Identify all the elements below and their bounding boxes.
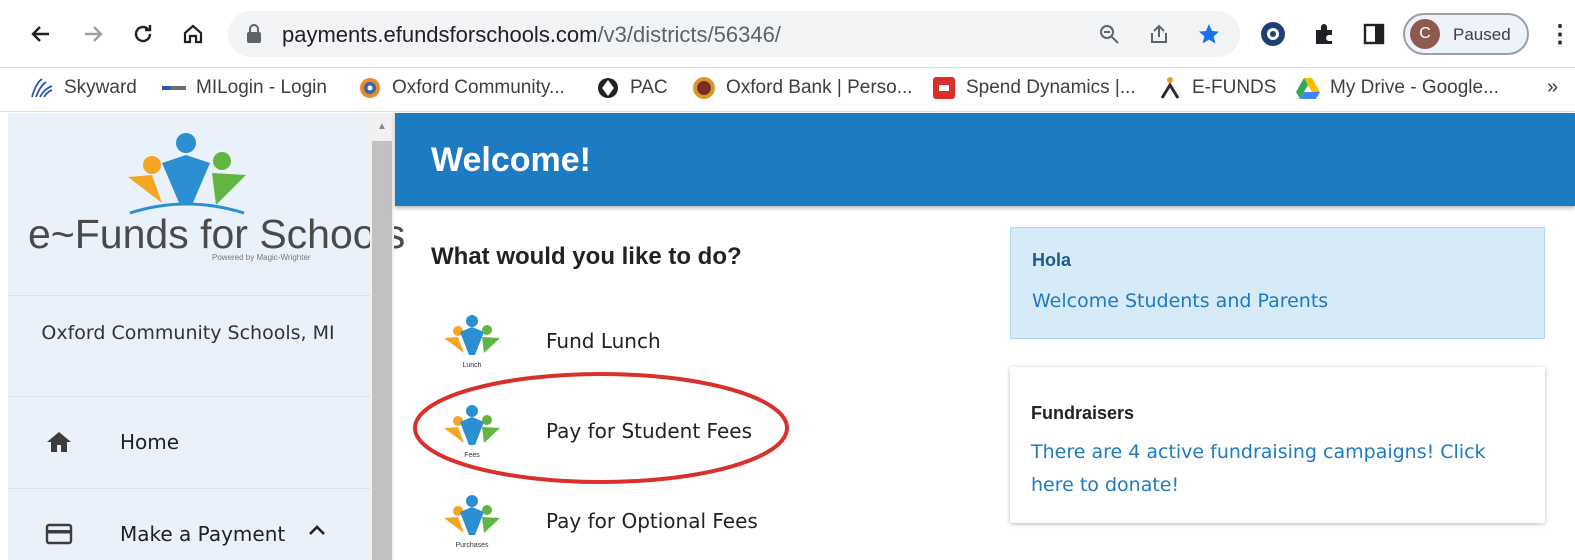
milogin-icon <box>162 76 186 100</box>
profile-button[interactable]: C Paused <box>1403 13 1529 55</box>
skyward-icon <box>30 76 54 100</box>
highlight-ellipse-annotation <box>413 372 789 484</box>
sidebar-scrollbar[interactable]: ▲ <box>370 113 394 560</box>
pac-icon <box>596 76 620 100</box>
hola-card: Hola Welcome Students and Parents <box>1010 227 1545 339</box>
sidebar-item-make-payment[interactable]: Make a Payment <box>8 489 370 560</box>
fund-lunch-icon: Lunch <box>444 315 500 369</box>
sidebar: e~Funds for Schools Powered by Magic-Wri… <box>8 113 405 560</box>
extension-circle-icon[interactable] <box>1257 18 1289 50</box>
efunds-figures-icon <box>128 133 246 215</box>
optional-fees-icon: Purchases <box>444 495 500 549</box>
home-icon <box>44 427 74 457</box>
back-arrow-icon[interactable] <box>24 17 58 51</box>
school-name: Oxford Community Schools, MI <box>41 322 335 344</box>
fundraisers-card-title: Fundraisers <box>1031 403 1135 423</box>
question-heading: What would you like to do? <box>431 243 742 270</box>
lock-icon <box>246 24 262 49</box>
action-label: Pay for Optional Fees <box>546 509 758 533</box>
side-panel-icon[interactable] <box>1358 18 1390 50</box>
reload-icon[interactable] <box>126 17 160 51</box>
forward-arrow-icon[interactable] <box>76 17 110 51</box>
bookmark-skyward[interactable]: Skyward <box>30 76 137 100</box>
hola-card-text: Welcome Students and Parents <box>1032 290 1329 312</box>
welcome-banner: Welcome! <box>395 113 1575 206</box>
school-name-panel: Oxford Community Schools, MI <box>8 295 370 397</box>
bookmark-star-icon[interactable] <box>1196 21 1222 47</box>
browser-toolbar: payments.efundsforschools.com/v3/distric… <box>0 0 1575 68</box>
extensions-puzzle-icon[interactable] <box>1308 18 1340 50</box>
fundraisers-card[interactable]: Fundraisers There are 4 active fundraisi… <box>1010 367 1545 523</box>
fundraisers-donate-link[interactable]: There are 4 active fundraising campaigns… <box>1031 436 1531 502</box>
url-text: payments.efundsforschools.com/v3/distric… <box>282 22 781 47</box>
efunds-icon <box>1158 76 1182 100</box>
sidebar-item-label: Make a Payment <box>120 522 286 546</box>
action-pay-optional-fees[interactable]: Purchases Pay for Optional Fees <box>440 491 960 560</box>
efunds-logo[interactable]: e~Funds for Schools Powered by Magic-Wri… <box>8 113 405 295</box>
scroll-up-arrow-icon[interactable]: ▲ <box>377 121 387 132</box>
zoom-icon[interactable] <box>1096 21 1122 47</box>
google-drive-icon <box>1296 76 1320 100</box>
bookmark-oxford-bank[interactable]: Oxford Bank | Perso... <box>692 76 913 100</box>
hola-card-title: Hola <box>1032 250 1072 270</box>
credit-card-icon <box>44 519 74 549</box>
scroll-thumb[interactable] <box>372 141 392 560</box>
oxford-bank-icon <box>692 76 716 100</box>
bookmark-milogin[interactable]: MILogin - Login <box>162 76 327 100</box>
optional-fees-icon-caption: Purchases <box>455 542 489 549</box>
avatar: C <box>1410 19 1440 49</box>
share-icon[interactable] <box>1146 21 1172 47</box>
bookmark-spend-dynamics[interactable]: Spend Dynamics |... <box>932 76 1136 100</box>
chevron-up-icon[interactable] <box>306 519 328 546</box>
bookmark-oxford-community[interactable]: Oxford Community... <box>358 76 565 100</box>
oxford-community-icon <box>358 76 382 100</box>
bookmark-my-drive[interactable]: My Drive - Google... <box>1296 76 1499 100</box>
page-title: Welcome! <box>431 141 591 179</box>
bookmark-efunds[interactable]: E-FUNDS <box>1158 76 1276 100</box>
bookmarks-bar: Skyward MILogin - Login Oxford Community… <box>0 68 1575 112</box>
profile-status: Paused <box>1453 25 1511 44</box>
spend-dynamics-icon <box>932 76 956 100</box>
browser-menu-icon[interactable]: ⋮ <box>1548 20 1572 49</box>
logo-text: e~Funds for Schools <box>28 211 406 257</box>
sidebar-item-home[interactable]: Home <box>8 397 370 489</box>
bookmark-pac[interactable]: PAC <box>596 76 668 100</box>
action-label: Fund Lunch <box>546 329 661 353</box>
sidebar-item-label: Home <box>120 430 180 454</box>
logo-tagline: Powered by Magic-Wrighter <box>212 253 311 262</box>
home-browser-icon[interactable] <box>176 17 210 51</box>
bookmarks-overflow-icon[interactable]: » <box>1547 76 1558 99</box>
address-bar[interactable]: payments.efundsforschools.com/v3/distric… <box>228 11 1240 57</box>
